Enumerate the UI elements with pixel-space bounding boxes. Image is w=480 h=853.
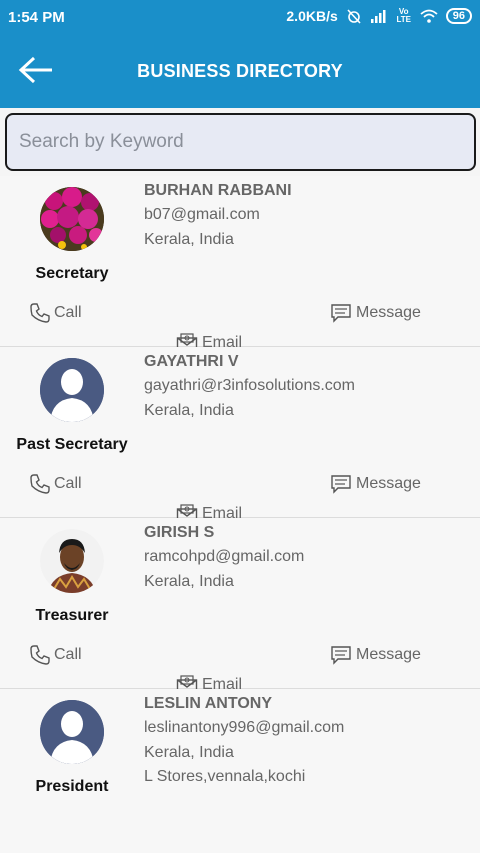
member-address: L Stores,vennala,kochi bbox=[144, 768, 306, 785]
status-bar: 1:54 PM 2.0KB/s Vo LTE 96 bbox=[0, 0, 480, 35]
member-name: GAYATHRI V bbox=[144, 353, 239, 370]
phone-icon bbox=[30, 303, 50, 323]
member-email: leslinantony996@gmail.com bbox=[144, 719, 345, 736]
call-button[interactable]: Call bbox=[30, 303, 82, 323]
wifi-icon bbox=[420, 9, 438, 23]
list-item[interactable]: Past Secretary GAYATHRI V gayathri@r3inf… bbox=[0, 347, 480, 523]
battery-indicator: 96 bbox=[445, 8, 472, 24]
list-item[interactable]: President LESLIN ANTONY leslinantony996@… bbox=[0, 689, 480, 853]
directory-list: Secretary BURHAN RABBANI b07@gmail.com K… bbox=[0, 176, 480, 853]
default-person-icon bbox=[40, 700, 104, 764]
action-row: Call Email Message bbox=[0, 474, 480, 523]
member-email: ramcohpd@gmail.com bbox=[144, 548, 305, 565]
member-location: Kerala, India bbox=[144, 231, 234, 248]
member-email: b07@gmail.com bbox=[144, 206, 260, 223]
member-role: President bbox=[35, 778, 109, 795]
call-button[interactable]: Call bbox=[30, 645, 82, 665]
member-role: Past Secretary bbox=[16, 436, 128, 453]
phone-icon bbox=[30, 474, 50, 494]
member-name: LESLIN ANTONY bbox=[144, 695, 273, 712]
member-role: Treasurer bbox=[35, 607, 109, 624]
list-item[interactable]: Treasurer GIRISH S ramcohpd@gmail.com Ke… bbox=[0, 518, 480, 694]
member-email: gayathri@r3infosolutions.com bbox=[144, 377, 356, 394]
app-bar: BUSINESS DIRECTORY bbox=[0, 35, 480, 108]
call-label: Call bbox=[54, 475, 82, 492]
list-item[interactable]: Secretary BURHAN RABBANI b07@gmail.com K… bbox=[0, 176, 480, 352]
member-location: Kerala, India bbox=[144, 402, 234, 419]
chat-icon bbox=[330, 645, 352, 665]
member-role: Secretary bbox=[35, 265, 109, 282]
alarm-off-icon bbox=[346, 8, 362, 24]
page-title: BUSINESS DIRECTORY bbox=[137, 61, 343, 81]
avatar bbox=[40, 529, 104, 593]
default-person-icon bbox=[40, 358, 104, 422]
member-location: Kerala, India bbox=[144, 744, 234, 761]
status-time: 1:54 PM bbox=[8, 9, 65, 26]
member-name: GIRISH S bbox=[144, 524, 215, 541]
phone-icon bbox=[30, 645, 50, 665]
member-location: Kerala, India bbox=[144, 573, 234, 590]
search-bar bbox=[0, 108, 480, 176]
network-speed: 2.0KB/s bbox=[286, 8, 338, 24]
search-input[interactable] bbox=[5, 113, 476, 171]
signal-icon bbox=[370, 9, 388, 23]
call-label: Call bbox=[54, 304, 82, 321]
message-label: Message bbox=[356, 475, 421, 492]
message-label: Message bbox=[356, 304, 421, 321]
status-icons: 2.0KB/s Vo LTE 96 bbox=[286, 8, 472, 24]
lte-label: Vo LTE bbox=[396, 7, 411, 24]
message-button[interactable]: Message bbox=[330, 303, 421, 323]
message-label: Message bbox=[356, 646, 421, 663]
avatar bbox=[40, 187, 104, 251]
member-name: BURHAN RABBANI bbox=[144, 182, 292, 199]
call-label: Call bbox=[54, 646, 82, 663]
chat-icon bbox=[330, 474, 352, 494]
action-row: Call Email Message bbox=[0, 303, 480, 352]
action-row: Call Email Message bbox=[0, 645, 480, 694]
chat-icon bbox=[330, 303, 352, 323]
call-button[interactable]: Call bbox=[30, 474, 82, 494]
message-button[interactable]: Message bbox=[330, 474, 421, 494]
message-button[interactable]: Message bbox=[330, 645, 421, 665]
